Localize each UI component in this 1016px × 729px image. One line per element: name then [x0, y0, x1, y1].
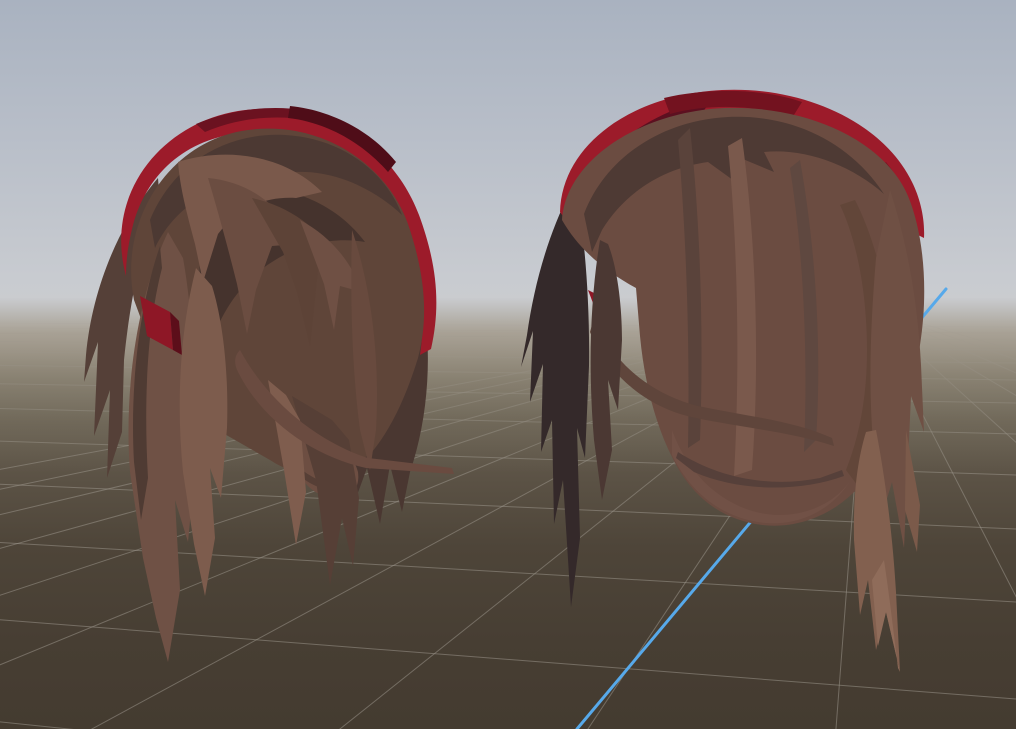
- scene-canvas[interactable]: [0, 0, 1016, 729]
- viewport-3d[interactable]: [0, 0, 1016, 729]
